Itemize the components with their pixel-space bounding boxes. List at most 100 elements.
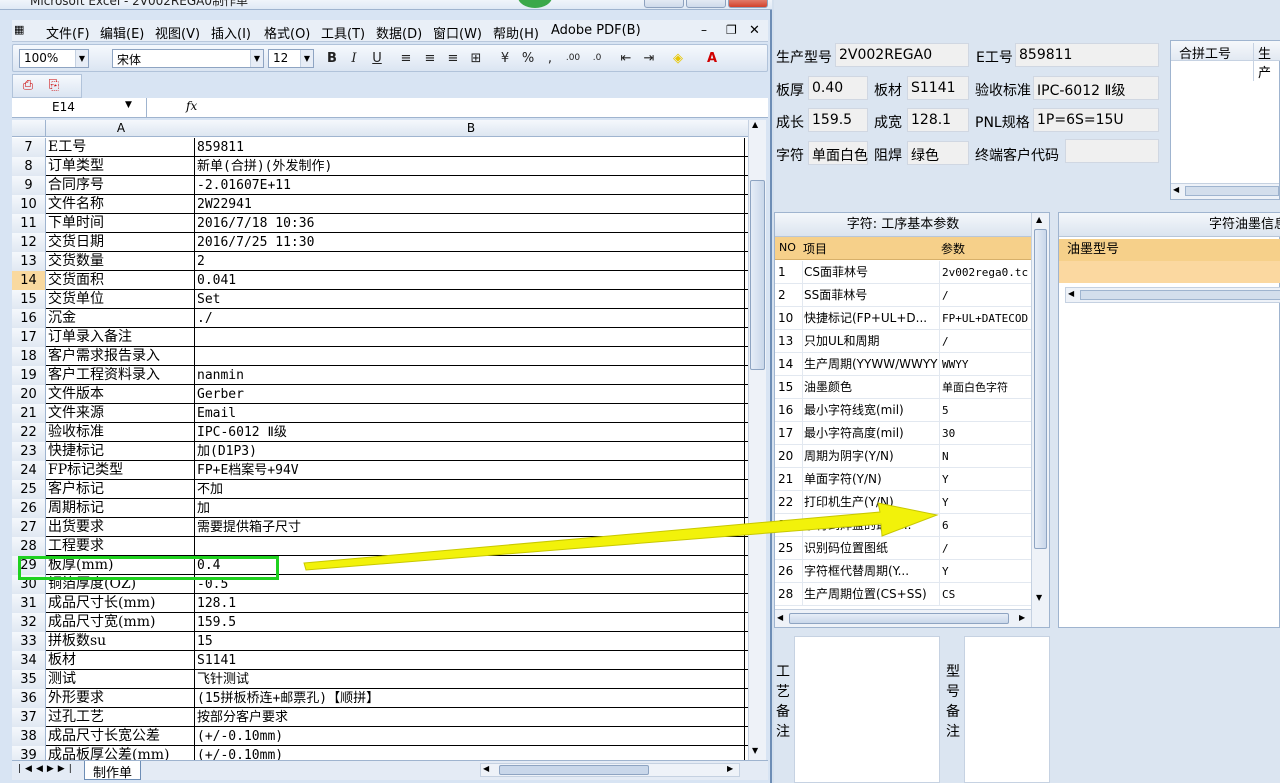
cell-a[interactable]: E工号 (47, 138, 195, 157)
font-size-select[interactable]: 12 ▼ (268, 49, 314, 68)
param-row[interactable]: 28 生产周期位置(CS+SS) CS (775, 583, 1031, 606)
param-row[interactable]: 15 油墨颜色 单面白色字符 (775, 376, 1031, 399)
cell-a[interactable]: 沉金 (47, 309, 195, 328)
sheet-tab-active[interactable]: 制作单 (84, 761, 142, 781)
param-value[interactable]: Y (939, 468, 1031, 491)
model-note-input[interactable] (964, 636, 1050, 783)
menu-view[interactable]: 视图(V) (155, 23, 200, 42)
italic-icon[interactable]: I (345, 50, 363, 67)
ink-row[interactable] (1059, 261, 1280, 283)
param-row[interactable]: 2 SS面菲林号 / (775, 284, 1031, 307)
cell-b[interactable]: nanmin (197, 366, 745, 385)
param-value[interactable]: 30 (939, 422, 1031, 445)
cell-b[interactable]: 按部分客户要求 (197, 708, 745, 727)
cell-a[interactable]: 交货日期 (47, 233, 195, 252)
scroll-left-icon[interactable]: ◀ (1173, 185, 1179, 194)
row-header[interactable]: 26 (12, 499, 46, 518)
scroll-right-icon[interactable]: ▶ (727, 764, 733, 773)
cell-b[interactable] (197, 347, 745, 366)
param-value[interactable]: / (939, 330, 1031, 353)
cell-a[interactable]: 交货面积 (47, 271, 195, 290)
decrease-decimal-icon[interactable]: .0 (588, 50, 606, 67)
cell-b[interactable]: 859811 (197, 138, 745, 157)
chevron-down-icon[interactable]: ▼ (125, 100, 132, 110)
scroll-left-icon[interactable]: ◀ (777, 613, 783, 622)
cell-a[interactable]: 客户需求报告录入 (47, 347, 195, 366)
cell-b[interactable]: Set (197, 290, 745, 309)
cell-a[interactable]: 过孔工艺 (47, 708, 195, 727)
cell-a[interactable]: 拼板数su (47, 632, 195, 651)
scroll-down-icon[interactable]: ▼ (1036, 593, 1042, 602)
param-value[interactable]: / (939, 284, 1031, 307)
scrollbar-thumb[interactable] (750, 180, 765, 370)
param-row[interactable]: 14 生产周期(YYWW/WWYY) WWYY (775, 353, 1031, 376)
row-header[interactable]: 13 (12, 252, 46, 271)
cell-a[interactable]: 交货单位 (47, 290, 195, 309)
header-param[interactable]: 参数 (941, 240, 965, 257)
cell-a[interactable]: 板材 (47, 651, 195, 670)
increase-indent-icon[interactable]: ⇥ (640, 50, 658, 67)
cell-a[interactable]: 出货要求 (47, 518, 195, 537)
menu-file[interactable]: 文件(F) (46, 23, 90, 42)
row-header[interactable]: 32 (12, 613, 46, 632)
menu-window[interactable]: 窗口(W) (433, 23, 482, 42)
standard-field[interactable]: IPC-6012 Ⅱ级 (1033, 76, 1159, 100)
cell-a[interactable]: 成品板厚公差(mm) (47, 746, 195, 760)
create-pdf-icon[interactable]: ⎙ (19, 77, 37, 94)
param-row[interactable]: 26 字符框代替周期(Y... Y (775, 560, 1031, 583)
ink-hscrollbar[interactable]: ◀ (1065, 287, 1280, 303)
row-header[interactable]: 11 (12, 214, 46, 233)
cell-b[interactable]: 不加 (197, 480, 745, 499)
row-header[interactable]: 7 (12, 138, 46, 157)
cell-b[interactable]: 15 (197, 632, 745, 651)
function-icon[interactable]: fx (186, 99, 197, 113)
currency-icon[interactable]: ¥ (496, 50, 514, 67)
param-row[interactable]: 21 单面字符(Y/N) Y (775, 468, 1031, 491)
cell-b[interactable]: -2.01607E+11 (197, 176, 745, 195)
cell-a[interactable]: 文件名称 (47, 195, 195, 214)
menu-data[interactable]: 数据(D) (376, 23, 422, 42)
cell-b[interactable]: IPC-6012 Ⅱ级 (197, 423, 745, 442)
cell-a[interactable]: 客户标记 (47, 480, 195, 499)
cell-b[interactable]: 0.4 (197, 556, 745, 575)
row-header[interactable]: 16 (12, 309, 46, 328)
panel-vscrollbar[interactable]: ▲ ▼ (1031, 213, 1049, 627)
row-header[interactable]: 33 (12, 632, 46, 651)
cell-a[interactable]: 周期标记 (47, 499, 195, 518)
row-header[interactable]: 20 (12, 385, 46, 404)
cell-a[interactable]: 成品尺寸长(mm) (47, 594, 195, 613)
param-row[interactable]: 17 最小字符高度(mil) 30 (775, 422, 1031, 445)
fill-color-icon[interactable]: ◈ (669, 50, 687, 67)
row-header[interactable]: 24 (12, 461, 46, 480)
row-header[interactable]: 8 (12, 157, 46, 176)
cell-a[interactable]: 文件版本 (47, 385, 195, 404)
param-value[interactable]: / (939, 537, 1031, 560)
cell-a[interactable]: 测试 (47, 670, 195, 689)
cell-a[interactable]: 订单类型 (47, 157, 195, 176)
cell-a[interactable]: 文件来源 (47, 404, 195, 423)
row-header[interactable]: 38 (12, 727, 46, 746)
percent-icon[interactable]: % (519, 50, 537, 67)
row-header[interactable]: 18 (12, 347, 46, 366)
material-field[interactable]: S1141 (907, 76, 969, 100)
thickness-field[interactable]: 0.40 (808, 76, 868, 100)
minimize-button[interactable] (644, 0, 684, 8)
param-row[interactable]: 16 最小字符线宽(mil) 5 (775, 399, 1031, 422)
row-header[interactable]: 31 (12, 594, 46, 613)
scroll-up-icon[interactable]: ▲ (752, 120, 758, 129)
header-item[interactable]: 项目 (803, 240, 827, 257)
param-row[interactable]: 25 识别码位置图纸 / (775, 537, 1031, 560)
cell-a[interactable]: 成品尺寸宽(mm) (47, 613, 195, 632)
header-no[interactable]: NO (779, 241, 796, 254)
cell-b[interactable]: 2016/7/18 10:36 (197, 214, 745, 233)
scrollbar-thumb[interactable] (1080, 290, 1280, 300)
cell-a[interactable]: 外形要求 (47, 689, 195, 708)
list-header-production[interactable]: 生产 (1253, 43, 1280, 81)
scrollbar-thumb[interactable] (1034, 229, 1047, 549)
param-value[interactable]: WWYY (939, 353, 1031, 376)
align-right-icon[interactable]: ≡ (444, 50, 462, 67)
process-note-input[interactable] (794, 636, 940, 783)
row-header[interactable]: 15 (12, 290, 46, 309)
cell-b[interactable] (197, 537, 745, 556)
vertical-scrollbar[interactable]: ▲ ▼ (748, 120, 766, 760)
